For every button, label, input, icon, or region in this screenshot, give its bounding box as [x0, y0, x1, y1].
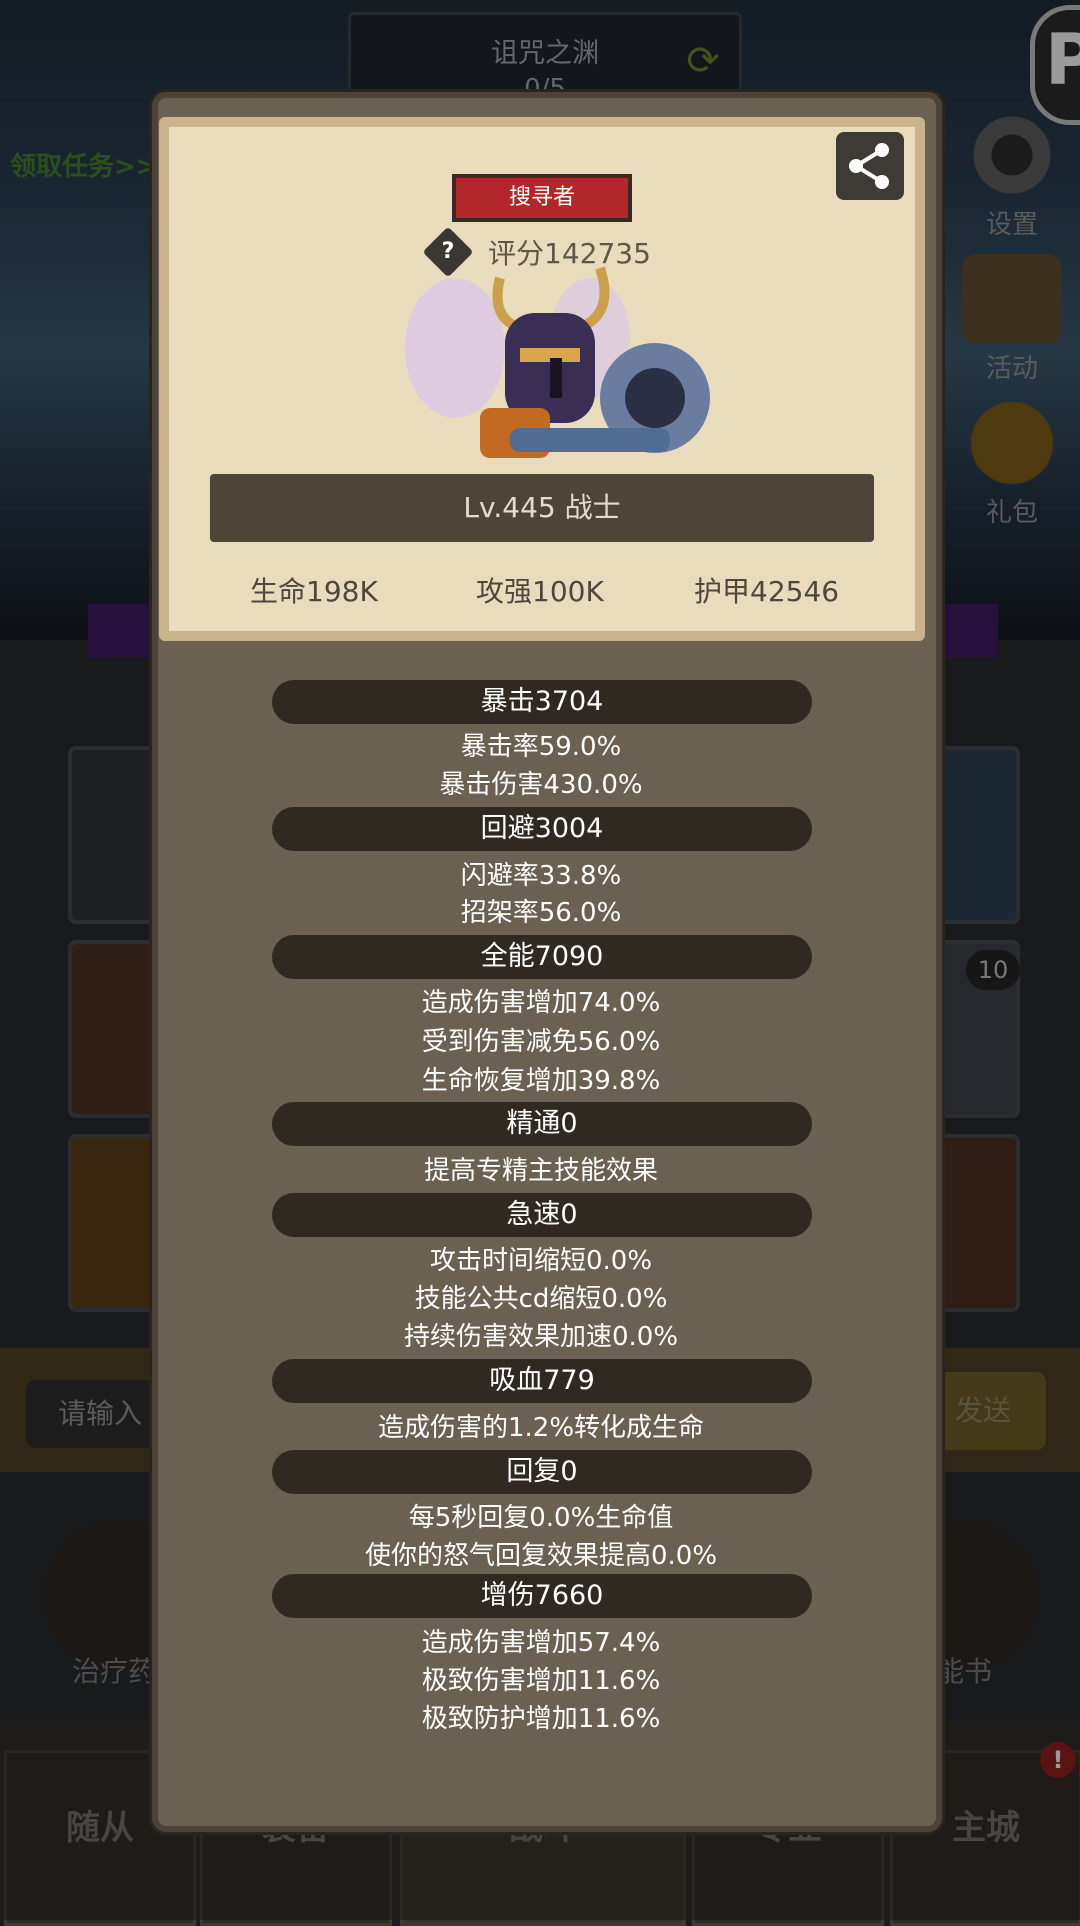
stat-line: 极致防护增加11.6% — [421, 1704, 661, 1734]
stat-header-crit: 暴击3704 — [272, 680, 812, 724]
stat-line: 造成伤害增加74.0% — [421, 988, 661, 1018]
stat-line: 造成伤害的1.2%转化成生命 — [377, 1413, 705, 1443]
stat-line: 受到伤害减免56.0% — [421, 1027, 661, 1057]
health-stat: 生命198K — [250, 575, 378, 608]
stat-header-versatility: 全能7090 — [272, 935, 812, 979]
stat-header-mastery: 精通0 — [272, 1102, 812, 1146]
hero-avatar — [405, 266, 710, 458]
stat-line: 招架率56.0% — [460, 898, 622, 928]
stat-line: 造成伤害增加57.4% — [421, 1628, 661, 1658]
share-button[interactable] — [836, 132, 904, 200]
stat-header-lifesteal: 吸血779 — [272, 1359, 812, 1403]
stat-line: 攻击时间缩短0.0% — [429, 1246, 653, 1276]
stat-line: 技能公共cd缩短0.0% — [414, 1284, 668, 1314]
share-icon — [849, 143, 889, 189]
stat-line: 暴击伤害430.0% — [439, 770, 643, 800]
stat-line: 暴击率59.0% — [460, 732, 622, 762]
stat-line: 每5秒回复0.0%生命值 — [408, 1503, 674, 1533]
stat-header-haste: 急速0 — [272, 1193, 812, 1237]
stat-header-damage-boost: 增伤7660 — [272, 1574, 812, 1618]
level-class-bar: Lv.445 战士 — [210, 474, 874, 542]
armor-stat: 护甲42546 — [694, 575, 840, 608]
stat-line: 使你的怒气回复效果提高0.0% — [364, 1541, 718, 1571]
attack-power-stat: 攻强100K — [476, 575, 604, 608]
stat-line: 极致伤害增加11.6% — [421, 1666, 661, 1696]
stat-line: 生命恢复增加39.8% — [421, 1066, 661, 1096]
stat-header-dodge: 回避3004 — [272, 807, 812, 851]
rank-badge: 搜寻者 — [452, 174, 632, 222]
stat-line: 提高专精主技能效果 — [423, 1156, 658, 1186]
stat-line: 闪避率33.8% — [460, 861, 622, 891]
stat-line: 持续伤害效果加速0.0% — [403, 1322, 679, 1352]
stat-header-regen: 回复0 — [272, 1450, 812, 1494]
